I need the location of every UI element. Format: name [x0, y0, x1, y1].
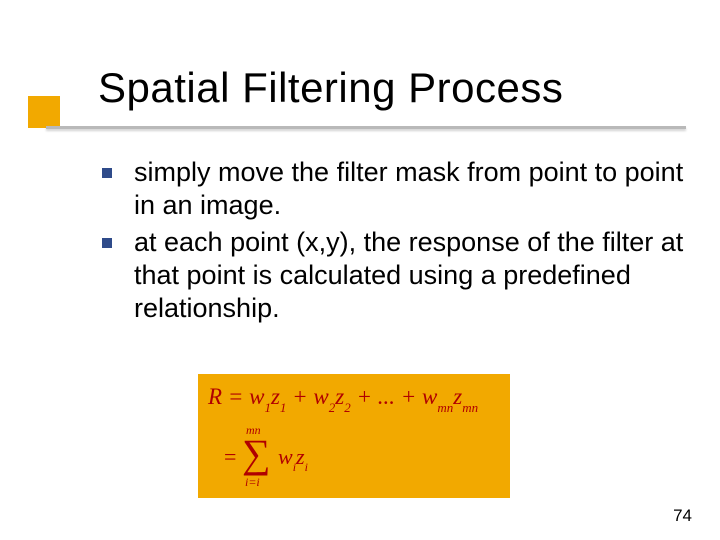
- header: Spatial Filtering Process: [0, 0, 720, 160]
- formula-line-2: = mn ∑ i=i wizi: [224, 420, 324, 492]
- title-underline: [46, 126, 686, 129]
- formula-line-1: R = w1z1 + w2z2 + ... + wmnzmn: [208, 384, 478, 414]
- page-number: 74: [673, 506, 692, 526]
- sigma-lower-limit: i=i: [245, 475, 260, 490]
- bullet-item: simply move the filter mask from point t…: [98, 156, 698, 222]
- equals-sign: =: [224, 444, 236, 470]
- body-content: simply move the filter mask from point t…: [98, 156, 698, 329]
- accent-square-icon: [28, 96, 60, 128]
- sigma-icon: ∑: [242, 434, 271, 474]
- bullet-item: at each point (x,y), the response of the…: [98, 226, 698, 325]
- summand: wizi: [278, 444, 308, 473]
- formula-box: R = w1z1 + w2z2 + ... + wmnzmn = mn ∑ i=…: [198, 374, 510, 498]
- slide-title: Spatial Filtering Process: [98, 64, 563, 112]
- slide: Spatial Filtering Process simply move th…: [0, 0, 720, 540]
